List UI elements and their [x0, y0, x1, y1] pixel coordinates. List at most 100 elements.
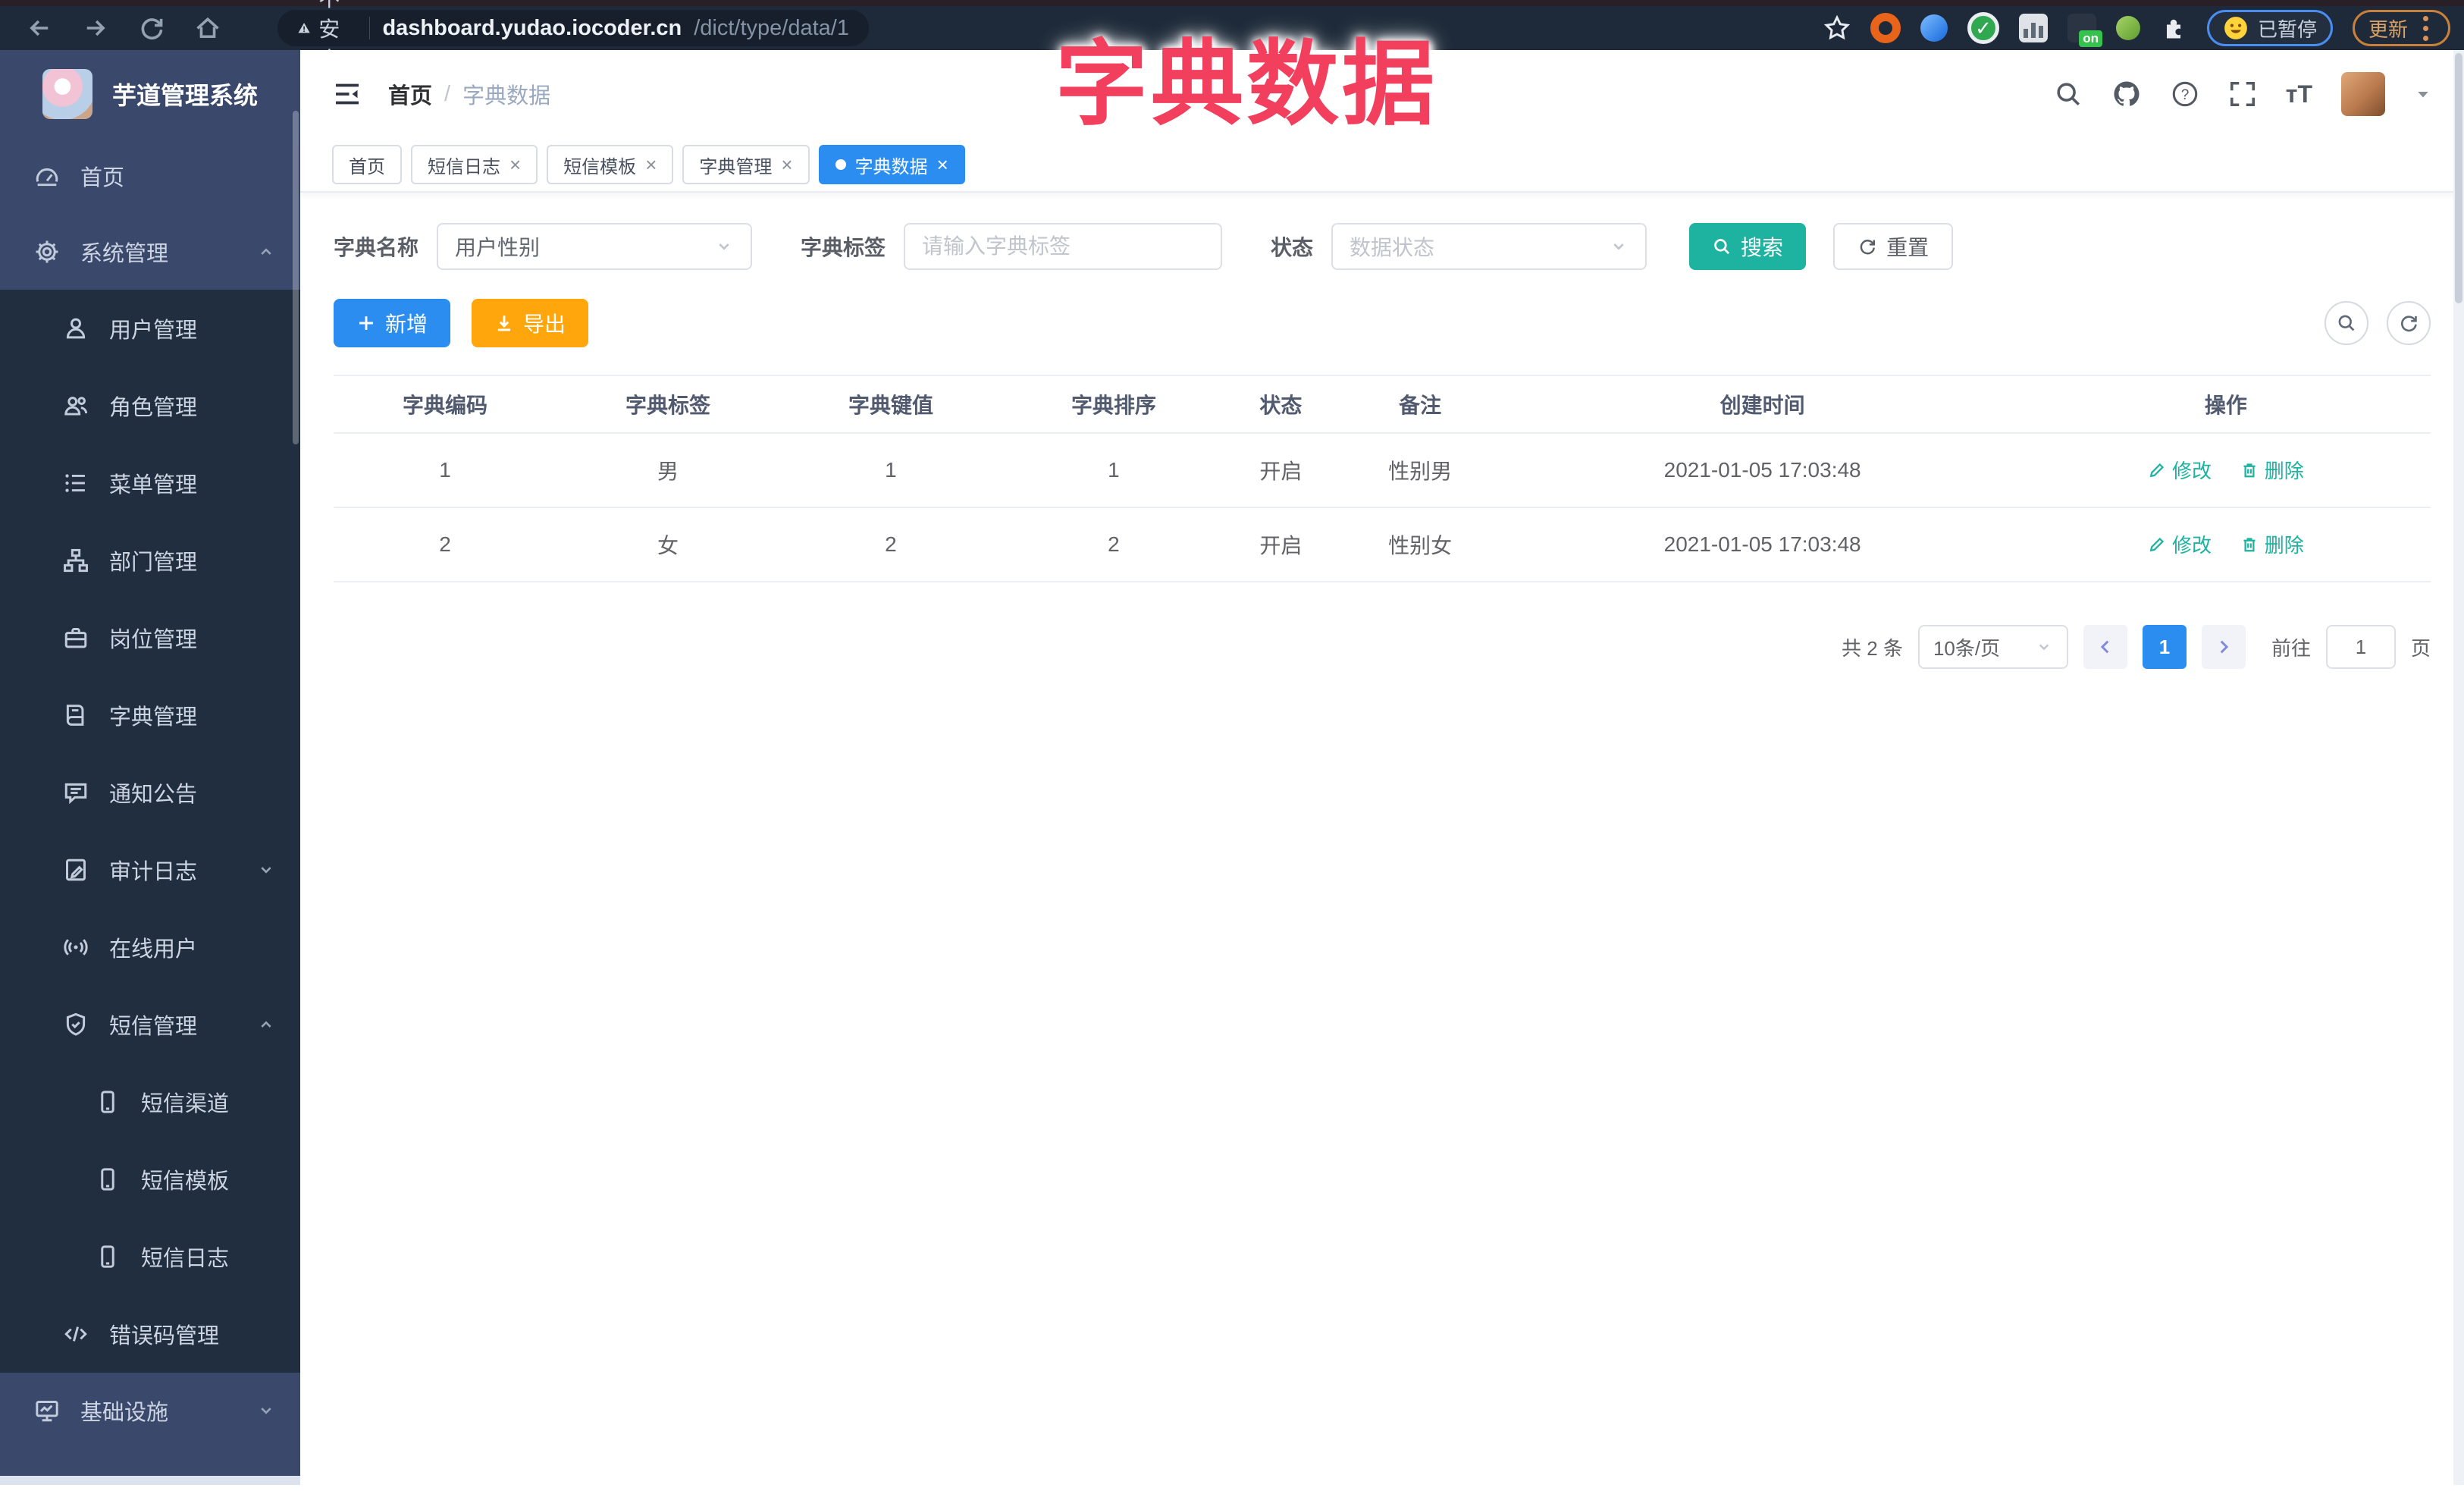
- extension-green-check-icon[interactable]: ✓: [1967, 12, 1999, 44]
- tab-dict-manage[interactable]: 字典管理 ×: [682, 145, 810, 184]
- tab-sms-log[interactable]: 短信日志 ×: [411, 145, 538, 184]
- page-number-1[interactable]: 1: [2142, 625, 2187, 669]
- close-icon[interactable]: ×: [509, 155, 521, 174]
- browser-home-icon[interactable]: [191, 11, 224, 45]
- tab-dict-data[interactable]: 字典数据 ×: [818, 145, 965, 184]
- sidebar-item-notices[interactable]: 通知公告: [0, 754, 300, 831]
- sidebar-item-sms-channel[interactable]: 短信渠道: [0, 1063, 300, 1141]
- sidebar-scrollbar[interactable]: [293, 111, 299, 444]
- refresh-table-button[interactable]: [2387, 301, 2431, 345]
- close-icon[interactable]: ×: [645, 155, 657, 174]
- search-icon[interactable]: [2054, 80, 2083, 108]
- page-scrollbar[interactable]: [2453, 50, 2464, 1485]
- breadcrumb-home[interactable]: 首页: [388, 78, 432, 110]
- code-icon: [62, 1320, 89, 1348]
- cell-sort: 2: [1002, 507, 1225, 582]
- avatar-caret-icon[interactable]: [2414, 85, 2432, 103]
- tab-sms-template[interactable]: 短信模板 ×: [547, 145, 674, 184]
- chevron-down-icon: [256, 1401, 276, 1420]
- col-actions: 操作: [2020, 375, 2431, 434]
- signal-icon: [62, 934, 89, 961]
- extension-bars-icon[interactable]: [2018, 14, 2048, 42]
- plus-icon: [359, 316, 373, 330]
- fullscreen-icon[interactable]: [2228, 80, 2257, 108]
- browser-update-button[interactable]: 更新: [2352, 10, 2450, 46]
- dict-name-select[interactable]: 用户性别: [437, 223, 753, 270]
- add-button[interactable]: 新增: [334, 299, 451, 347]
- sidebar-item-sms-log[interactable]: 短信日志: [0, 1218, 300, 1295]
- close-icon[interactable]: ×: [937, 155, 948, 174]
- cell-label: 女: [556, 507, 779, 582]
- font-size-icon[interactable]: ᴛT: [2286, 80, 2312, 108]
- help-icon[interactable]: ?: [2171, 80, 2199, 108]
- export-button[interactable]: 导出: [472, 299, 589, 347]
- audit-log-icon: [62, 856, 89, 884]
- scrollbar-thumb[interactable]: [2455, 53, 2462, 303]
- browser-reload-icon[interactable]: [135, 11, 168, 45]
- collapse-sidebar-icon[interactable]: [332, 79, 362, 109]
- cell-status: 开启: [1224, 433, 1337, 508]
- sidebar-item-home[interactable]: 首页: [0, 138, 300, 214]
- sidebar-item-sms-template[interactable]: 短信模板: [0, 1141, 300, 1218]
- search-button[interactable]: 搜索: [1689, 223, 1807, 270]
- sidebar-item-menus[interactable]: 菜单管理: [0, 444, 300, 522]
- dict-name-value: 用户性别: [455, 236, 541, 259]
- extension-blue-icon[interactable]: [1920, 14, 1948, 42]
- sidebar-item-sms[interactable]: 短信管理: [0, 986, 300, 1063]
- sidebar-item-infrastructure[interactable]: 基础设施: [0, 1373, 300, 1449]
- sidebar-item-audit-log[interactable]: 审计日志: [0, 831, 300, 909]
- edit-icon: [2149, 463, 2165, 477]
- extension-on-icon[interactable]: on: [2067, 14, 2102, 47]
- toggle-search-button[interactable]: [2324, 301, 2368, 345]
- sidebar-item-online-users[interactable]: 在线用户: [0, 909, 300, 986]
- dict-tag-input[interactable]: [904, 223, 1223, 270]
- cell-label: 男: [556, 433, 779, 508]
- next-page-button[interactable]: [2201, 625, 2246, 669]
- cell-value: 2: [779, 507, 1002, 582]
- sidebar-item-users[interactable]: 用户管理: [0, 290, 300, 367]
- phone-icon: [94, 1088, 121, 1116]
- phone-icon: [94, 1243, 121, 1270]
- prev-page-button[interactable]: [2083, 625, 2127, 669]
- github-icon[interactable]: [2111, 79, 2142, 109]
- sidebar-item-departments[interactable]: 部门管理: [0, 522, 300, 599]
- page-size-select[interactable]: 10条/页: [1917, 625, 2068, 669]
- trash-icon: [2243, 463, 2256, 478]
- sidebar-item-dictionary[interactable]: 字典管理: [0, 676, 300, 754]
- sidebar: 芋道管理系统 首页 系统管理 用户管理 角色管理 菜单管理 部门管理 岗位管理 …: [0, 50, 300, 1485]
- dict-data-table: 字典编码 字典标签 字典键值 字典排序 状态 备注 创建时间 操作 1 男 1: [334, 375, 2431, 582]
- font-size-glyph: ᴛT: [2285, 80, 2312, 108]
- browser-profile-chip[interactable]: 已暂停: [2206, 10, 2333, 46]
- status-select[interactable]: 数据状态: [1331, 223, 1647, 270]
- col-dict-sort: 字典排序: [1002, 375, 1225, 434]
- tab-label: 短信日志: [428, 156, 500, 177]
- table-row: 2 女 2 2 开启 性别女 2021-01-05 17:03:48 修改 删除: [334, 507, 2431, 582]
- bookmark-star-icon[interactable]: [1823, 14, 1851, 42]
- tab-home[interactable]: 首页: [332, 145, 402, 184]
- extensions-puzzle-icon[interactable]: [2160, 14, 2187, 42]
- browser-forward-icon[interactable]: [79, 11, 112, 45]
- edit-link[interactable]: 修改: [2148, 530, 2212, 558]
- sidebar-item-system[interactable]: 系统管理: [0, 214, 300, 290]
- shield-check-icon: [62, 1011, 89, 1038]
- tab-label: 短信模板: [563, 156, 637, 177]
- browser-back-icon[interactable]: [23, 11, 56, 45]
- reset-button[interactable]: 重置: [1833, 223, 1954, 270]
- app-logo[interactable]: 芋道管理系统: [0, 50, 300, 138]
- edit-link[interactable]: 修改: [2148, 456, 2212, 484]
- delete-link[interactable]: 删除: [2240, 530, 2304, 558]
- goto-page-input[interactable]: [2325, 625, 2396, 669]
- close-icon[interactable]: ×: [781, 155, 792, 174]
- phone-icon: [94, 1166, 121, 1193]
- extension-small-green-icon[interactable]: [2115, 16, 2140, 40]
- extension-orange-icon[interactable]: [1870, 13, 1901, 43]
- address-bar[interactable]: 不安全 dashboard.yudao.iocoder.cn /dict/typ…: [277, 0, 869, 71]
- cell-status: 开启: [1224, 507, 1337, 582]
- browser-menu-icon[interactable]: [2417, 15, 2434, 41]
- user-avatar[interactable]: [2341, 72, 2385, 116]
- sidebar-item-error-codes[interactable]: 错误码管理: [0, 1295, 300, 1373]
- delete-link[interactable]: 删除: [2240, 456, 2304, 484]
- filter-form: 字典名称 用户性别 字典标签 状态 数据状态: [334, 223, 2431, 270]
- sidebar-item-roles[interactable]: 角色管理: [0, 367, 300, 444]
- sidebar-item-posts[interactable]: 岗位管理: [0, 599, 300, 676]
